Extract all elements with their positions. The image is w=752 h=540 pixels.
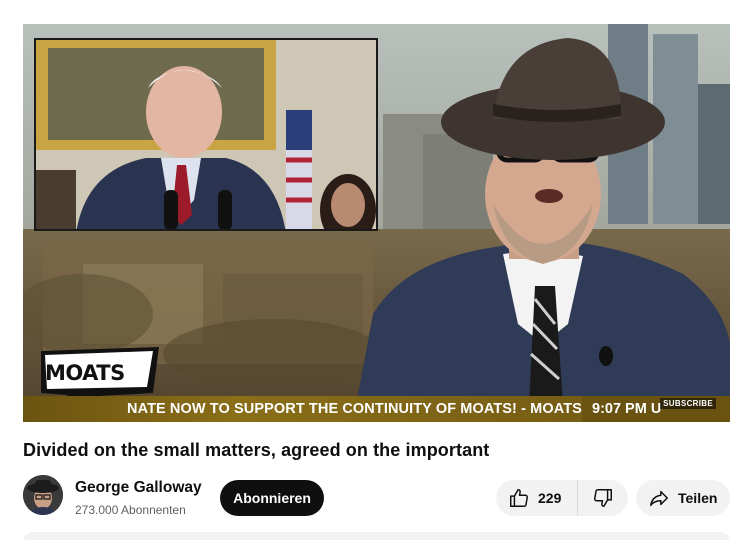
subscribe-button[interactable]: Abonnieren bbox=[220, 480, 324, 516]
subscribe-overlay[interactable]: SUBSCRIBE bbox=[660, 398, 716, 409]
dislike-button[interactable] bbox=[578, 480, 628, 516]
like-count: 229 bbox=[538, 490, 562, 506]
thumbs-up-icon bbox=[510, 489, 528, 507]
share-arrow-icon bbox=[650, 490, 668, 507]
moats-logo-text: MOATS bbox=[45, 361, 125, 385]
news-ticker: NATE NOW TO SUPPORT THE CONTINUITY OF MO… bbox=[23, 396, 730, 422]
description-box[interactable] bbox=[23, 532, 730, 540]
share-button[interactable]: Teilen bbox=[636, 480, 730, 516]
ticker-text: NATE NOW TO SUPPORT THE CONTINUITY OF MO… bbox=[127, 401, 596, 417]
like-button[interactable]: 229 bbox=[496, 480, 578, 516]
video-player[interactable]: MOATS NATE NOW TO SUPPORT THE CONTINUITY… bbox=[23, 24, 730, 422]
share-label: Teilen bbox=[678, 490, 718, 506]
channel-name[interactable]: George Galloway bbox=[75, 479, 202, 497]
video-title: Divided on the small matters, agreed on … bbox=[23, 440, 490, 460]
subscriber-count: 273.000 Abonnenten bbox=[75, 503, 186, 517]
like-dislike-group: 229 bbox=[496, 480, 628, 516]
channel-avatar[interactable] bbox=[23, 475, 63, 515]
inset-scene bbox=[36, 40, 376, 229]
thumbs-down-icon bbox=[594, 489, 612, 507]
avatar-image bbox=[23, 475, 63, 515]
inset-video bbox=[34, 38, 378, 231]
